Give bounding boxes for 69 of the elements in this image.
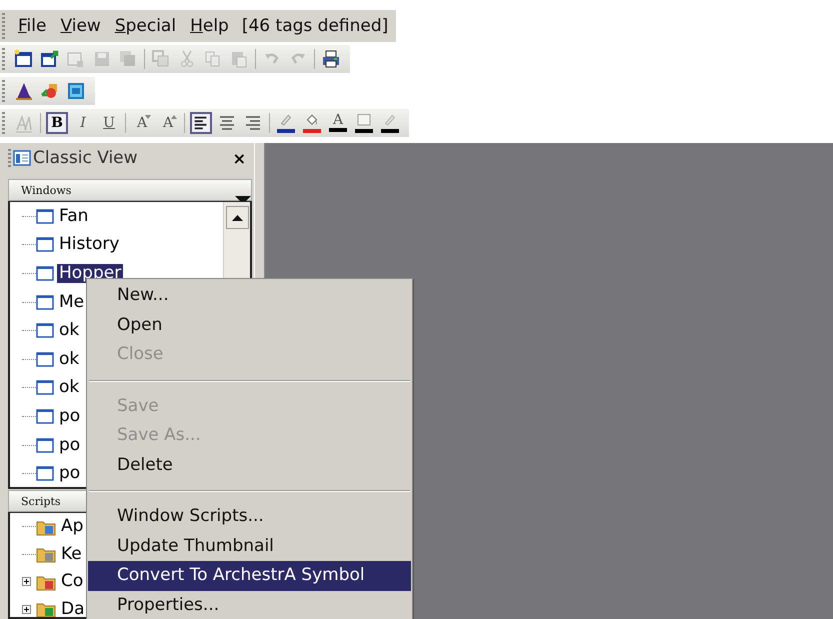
tree-item[interactable]: po xyxy=(57,464,82,484)
script-button[interactable] xyxy=(65,80,87,102)
tree-item[interactable]: ok xyxy=(57,350,82,369)
duplicate-icon xyxy=(151,49,171,69)
menu-item[interactable]: View xyxy=(53,16,108,36)
window-arrow-button[interactable] xyxy=(39,48,61,70)
menu-item[interactable]: Properties... xyxy=(88,590,411,619)
window-icon xyxy=(36,379,54,396)
tree-item[interactable]: ok xyxy=(57,321,82,340)
window-icon xyxy=(36,465,54,482)
window-icon xyxy=(36,294,54,311)
align-left-button[interactable] xyxy=(190,112,212,134)
menu-item[interactable]: Special xyxy=(108,16,184,36)
close-button[interactable]: × xyxy=(232,148,246,168)
panel-title: Classic View xyxy=(33,148,139,168)
menu-item[interactable]: Help xyxy=(183,16,236,36)
tree-item[interactable]: Fan xyxy=(57,206,90,226)
window-icon xyxy=(36,322,54,340)
underline-button[interactable]: U xyxy=(98,112,120,134)
window-icon xyxy=(36,236,54,254)
tree-item[interactable]: po xyxy=(57,406,82,426)
printer-button[interactable] xyxy=(320,48,342,70)
menu-item[interactable]: Delete xyxy=(88,450,411,480)
font-larger-button[interactable]: A xyxy=(157,112,179,134)
tree-item[interactable]: ok xyxy=(57,378,82,398)
window-icon xyxy=(355,113,373,128)
window-icon xyxy=(36,350,54,368)
menu-item[interactable]: Convert To ArchestrA Symbol xyxy=(88,561,411,590)
menu-item[interactable]: Window Scripts... xyxy=(88,502,411,532)
tree-item[interactable]: Co xyxy=(59,572,86,592)
expand-icon[interactable] xyxy=(22,577,31,586)
italic-button[interactable]: I xyxy=(72,112,94,134)
window-icon xyxy=(36,408,54,425)
panel-icon xyxy=(13,149,31,167)
tree-item[interactable]: Ap xyxy=(59,517,86,536)
window-icon xyxy=(36,264,54,282)
section-header[interactable]: Windows xyxy=(8,179,252,201)
tree-item[interactable]: po xyxy=(57,436,82,455)
paint-bucket-button[interactable] xyxy=(301,112,323,134)
script-icon xyxy=(66,81,86,101)
menu-item[interactable]: Open xyxy=(88,310,411,340)
font-smaller-button[interactable]: A xyxy=(131,112,153,134)
pencil-button[interactable] xyxy=(275,112,297,134)
pencil-button[interactable] xyxy=(379,112,401,134)
text-color-button[interactable]: A xyxy=(327,112,349,134)
new-window-icon xyxy=(14,49,34,69)
bold-button[interactable]: B xyxy=(46,112,68,134)
paste-icon xyxy=(229,49,249,69)
font-icon xyxy=(14,113,34,133)
save-all-icon xyxy=(118,49,138,69)
window-icon xyxy=(36,436,54,454)
tree-item[interactable]: Me xyxy=(57,292,86,312)
section-title: Scripts xyxy=(20,494,61,508)
shapes-icon xyxy=(40,81,60,101)
menu-item[interactable]: New... xyxy=(88,281,411,310)
save-icon xyxy=(92,49,112,69)
tag-count: [46 tags defined] xyxy=(240,16,388,36)
tree-item[interactable]: Ke xyxy=(59,544,84,564)
tree-item[interactable]: History xyxy=(57,235,122,254)
wizard-hat-icon xyxy=(14,81,34,101)
printer-icon xyxy=(321,49,341,69)
menu-item[interactable]: File xyxy=(11,16,54,36)
tree-item[interactable]: Da xyxy=(59,600,87,617)
expand-icon[interactable] xyxy=(22,604,31,614)
section-title: Windows xyxy=(20,184,72,196)
menu-item[interactable]: Update Thumbnail xyxy=(88,532,411,561)
window-button[interactable] xyxy=(353,112,375,134)
window-icon xyxy=(36,208,54,225)
new-window-button[interactable] xyxy=(13,48,35,70)
